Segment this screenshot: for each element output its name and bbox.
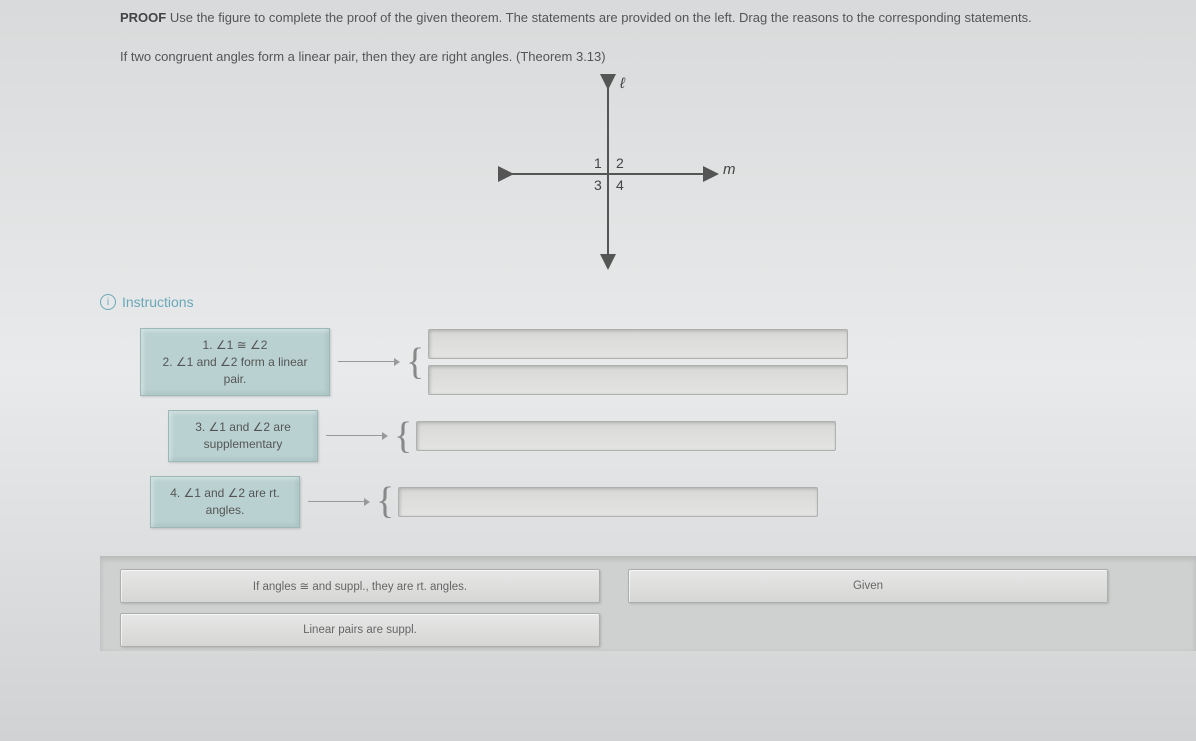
reason-option-given[interactable]: Given (628, 569, 1108, 603)
connector-arrow (308, 501, 368, 503)
bracket-icon: { (406, 351, 424, 374)
proof-header-bold: PROOF (120, 10, 166, 25)
figure-diagram: ℓ m 1 2 3 4 (120, 74, 1156, 274)
info-icon: i (100, 294, 116, 310)
statement-3: 4. ∠1 and ∠2 are rt. angles. (150, 476, 300, 528)
reason-slot-4[interactable] (398, 487, 818, 517)
proof-row-3: 4. ∠1 and ∠2 are rt. angles. { (140, 476, 1156, 528)
connector-arrow (326, 435, 386, 437)
reason-option-congruent-suppl[interactable]: If angles ≅ and suppl., they are rt. ang… (120, 569, 600, 603)
bracket-icon: { (376, 490, 394, 513)
statement-1: 1. ∠1 ≅ ∠2 2. ∠1 and ∠2 form a linear pa… (140, 328, 330, 396)
proof-header: PROOF Use the figure to complete the pro… (120, 10, 1156, 25)
reason-slot-2[interactable] (428, 365, 848, 395)
statement-1-line2: 2. ∠1 and ∠2 form a linear pair. (151, 354, 319, 388)
bracket-icon: { (394, 425, 412, 448)
statement-2: 3. ∠1 and ∠2 are supplementary (168, 410, 318, 462)
statement-1-line1: 1. ∠1 ≅ ∠2 (151, 337, 319, 354)
proof-row-1: 1. ∠1 ≅ ∠2 2. ∠1 and ∠2 form a linear pa… (140, 328, 1156, 396)
connector-arrow (338, 361, 398, 363)
figure-angle-2: 2 (616, 155, 624, 171)
figure-label-m: m (723, 161, 736, 178)
proof-row-2: 3. ∠1 and ∠2 are supplementary { (140, 410, 1156, 462)
figure-label-l: ℓ (619, 75, 626, 92)
reason-slot-1[interactable] (428, 329, 848, 359)
proof-header-text: Use the figure to complete the proof of … (166, 10, 1031, 25)
figure-angle-4: 4 (616, 177, 624, 193)
reason-option-linear-pairs-suppl[interactable]: Linear pairs are suppl. (120, 613, 600, 647)
reason-slot-3[interactable] (416, 421, 836, 451)
theorem-text: If two congruent angles form a linear pa… (120, 49, 1156, 64)
proof-rows: 1. ∠1 ≅ ∠2 2. ∠1 and ∠2 form a linear pa… (140, 328, 1156, 528)
intersecting-lines-figure: ℓ m 1 2 3 4 (478, 74, 798, 274)
reasons-pool: If angles ≅ and suppl., they are rt. ang… (100, 556, 1196, 651)
instructions-toggle[interactable]: i Instructions (100, 294, 194, 310)
figure-angle-3: 3 (594, 177, 602, 193)
figure-angle-1: 1 (594, 155, 602, 171)
instructions-label: Instructions (122, 294, 194, 310)
